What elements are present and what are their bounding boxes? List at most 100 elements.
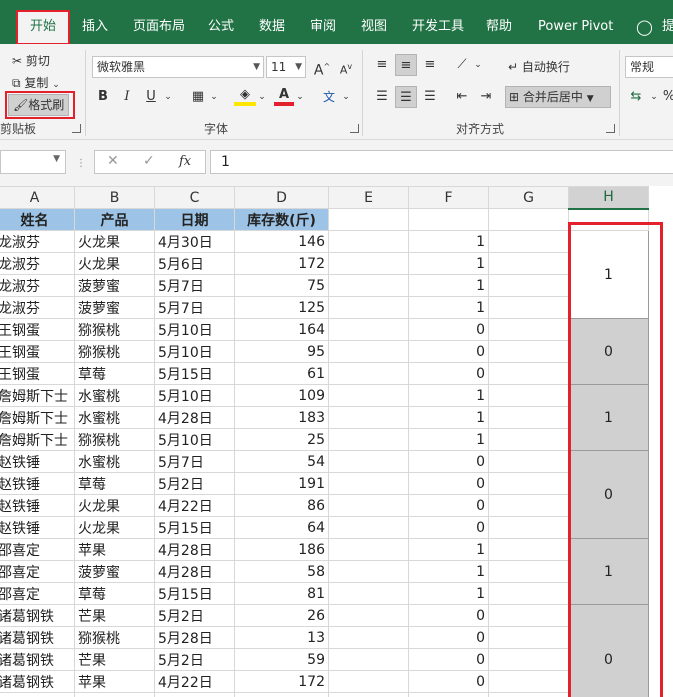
cell-e[interactable] [328,648,409,671]
cell-f[interactable]: 1 [408,384,489,407]
cell-g[interactable] [488,494,569,517]
cell-f[interactable]: 1 [408,274,489,297]
font-launcher-icon[interactable] [350,124,359,133]
cell-date[interactable]: 4月22日 [154,670,235,693]
cell-qty[interactable]: 64 [234,516,329,539]
cell-product[interactable]: 芒果 [74,604,155,627]
shrink-font-button[interactable]: Av [336,56,356,78]
font-name-select[interactable]: 微软雅黑 ▼ [92,56,264,78]
fill-color-icon[interactable]: ◈ [234,86,256,106]
number-format-select[interactable]: 常规 [625,56,673,78]
date-header[interactable]: 日期 [154,208,235,231]
cell-name[interactable]: 邵喜定 [0,538,75,561]
cell-date[interactable]: 5月15日 [154,516,235,539]
cell-product[interactable]: 芒果 [74,648,155,671]
cell-name[interactable]: 赵铁锤 [0,450,75,473]
cell-g[interactable] [488,450,569,473]
cell-g[interactable] [488,362,569,385]
cell-f[interactable]: 1 [408,230,489,253]
cell-f[interactable]: 1 [408,582,489,605]
cell-date[interactable]: 4月28日 [154,406,235,429]
cell-g[interactable] [488,648,569,671]
lightbulb-icon[interactable]: ◯ [636,10,653,44]
cell-date[interactable]: 5月10日 [154,428,235,451]
cell-product[interactable]: 水蜜桃 [74,406,155,429]
cell-product[interactable]: 猕猴桃 [74,626,155,649]
cell-product[interactable]: 菠萝蜜 [74,296,155,319]
cell-e[interactable] [328,384,409,407]
cell-name[interactable]: 诸葛钢铁 [0,692,75,697]
column-header-e[interactable]: E [328,186,409,209]
cell-qty[interactable]: 146 [234,230,329,253]
cell-e[interactable] [328,362,409,385]
cell-e[interactable] [328,428,409,451]
cell-g[interactable] [488,406,569,429]
cell-g[interactable] [488,340,569,363]
cell-product[interactable]: 菠萝蜜 [74,274,155,297]
cell-e[interactable] [328,450,409,473]
cell-g[interactable] [488,560,569,583]
cell-g[interactable] [488,428,569,451]
cell-g[interactable] [488,692,569,697]
column-header-a[interactable]: A [0,186,75,209]
cell-f[interactable]: 0 [408,494,489,517]
cell-name[interactable]: 龙淑芬 [0,274,75,297]
cell-qty[interactable]: 26 [234,604,329,627]
column-header-g[interactable]: G [488,186,569,209]
increase-indent-icon[interactable]: ⇥ [476,86,496,108]
cell-name[interactable]: 邵喜定 [0,582,75,605]
cell-date[interactable]: 4月28日 [154,538,235,561]
cell-f[interactable]: 1 [408,538,489,561]
cell-name[interactable]: 邵喜定 [0,560,75,583]
italic-button[interactable]: I [118,86,136,108]
font-color-button[interactable]: A [274,86,294,106]
merged-cell-h[interactable]: 0 [568,318,649,385]
cell-e[interactable] [328,340,409,363]
accounting-format-icon[interactable]: ⇆ [626,86,646,108]
cell-name[interactable]: 王钢蛋 [0,318,75,341]
phonetic-guide-button[interactable]: 文 [318,86,340,108]
cell-name[interactable]: 诸葛钢铁 [0,626,75,649]
cell-name[interactable]: 龙淑芬 [0,252,75,275]
cell-name[interactable]: 诸葛钢铁 [0,670,75,693]
cell-date[interactable]: 5月7日 [154,296,235,319]
cell-product[interactable]: 草莓 [74,582,155,605]
cell-qty[interactable]: 75 [234,274,329,297]
tab-review[interactable]: 审阅 [310,10,336,44]
more-options-icon[interactable]: ⋮ [76,158,86,169]
chevron-down-icon[interactable]: ⌄ [294,86,306,108]
cell-name[interactable]: 王钢蛋 [0,362,75,385]
tab-page-layout[interactable]: 页面布局 [133,10,185,44]
cell-date[interactable]: 5月2日 [154,472,235,495]
cell-product[interactable]: 草莓 [74,472,155,495]
cell-f[interactable] [408,208,489,231]
cell-qty[interactable]: 109 [234,384,329,407]
cell-qty[interactable]: 59 [234,648,329,671]
underline-button[interactable]: U [142,86,160,108]
cell-date[interactable]: 5月7日 [154,274,235,297]
column-header-f[interactable]: F [408,186,489,209]
column-header-c[interactable]: C [154,186,235,209]
cell-name[interactable]: 诸葛钢铁 [0,648,75,671]
merged-cell-h[interactable]: 1 [568,230,649,319]
cell-e[interactable] [328,604,409,627]
cell-g[interactable] [488,582,569,605]
cell-qty[interactable]: 58 [234,560,329,583]
cell-qty[interactable]: 95 [234,340,329,363]
cell-f[interactable]: 0 [408,626,489,649]
chevron-down-icon[interactable]: ⌄ [340,86,352,108]
column-header-b[interactable]: B [74,186,155,209]
cell-product[interactable]: 水蜜桃 [74,450,155,473]
cell-f[interactable]: 0 [408,692,489,697]
chevron-down-icon[interactable]: ⌄ [472,54,484,76]
cell-g[interactable] [488,274,569,297]
cell-g[interactable] [488,296,569,319]
merged-cell-h[interactable]: 1 [568,384,649,451]
cell-date[interactable]: 4月22日 [154,692,235,697]
align-bottom-icon[interactable]: ≡ [420,54,440,76]
qty-header[interactable]: 库存数(斤) [234,208,329,231]
cell-e[interactable] [328,560,409,583]
cell-qty[interactable]: 125 [234,692,329,697]
cell-g[interactable] [488,318,569,341]
cell-date[interactable]: 5月7日 [154,450,235,473]
